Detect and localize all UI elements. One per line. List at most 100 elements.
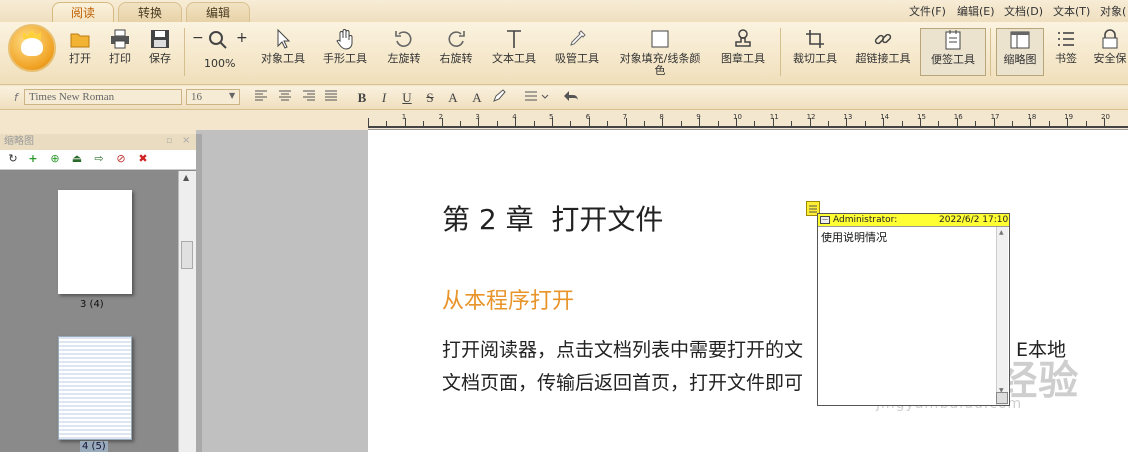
ruler-tick [864, 121, 866, 126]
justify-button[interactable] [322, 89, 340, 107]
tab-edit[interactable]: 编辑 [186, 2, 250, 22]
note-tool-button[interactable]: 便签工具 [920, 28, 986, 76]
stamp-tool-button[interactable]: 图章工具 [716, 28, 770, 65]
ruler-number: 18 [1027, 113, 1037, 121]
ruler-tick [754, 121, 756, 126]
line-spacing-select[interactable] [522, 89, 552, 107]
paragraph-line: 文档页面，传输后返回首页，打开文件即可 [442, 372, 804, 394]
tab-convert[interactable]: 转换 [118, 2, 182, 22]
rotate-right-button[interactable]: 右旋转 [434, 28, 478, 65]
note-author: Administrator: [833, 215, 898, 225]
justify-icon [325, 90, 337, 101]
text-tool-button[interactable]: 文本工具 [488, 28, 540, 65]
minimize-icon[interactable]: — [820, 216, 830, 224]
sticky-note-popup[interactable]: — Administrator: 2022/6/2 17:10 使用说明情况 ▲… [817, 213, 1010, 406]
print-button[interactable]: 打印 [102, 28, 138, 65]
scroll-up-icon[interactable]: ▲ [183, 173, 189, 182]
superscript-button[interactable]: A [444, 89, 462, 107]
ribbon-toolbar: 打开 打印 保存 − + 100% 对象工具 手形工具 左旋转 右旋转 文本工具… [0, 22, 1128, 85]
ruler-number: 10 [733, 113, 742, 121]
thumbnail-page[interactable] [58, 336, 132, 440]
open-button[interactable]: 打开 [62, 28, 98, 65]
object-tool-button[interactable]: 对象工具 [256, 28, 310, 65]
menu-object[interactable]: 对象( [1100, 3, 1126, 19]
line-spacing-icon [525, 91, 549, 101]
chevron-down-icon[interactable]: ▼ [229, 91, 235, 100]
ruler-number: 9 [696, 113, 701, 121]
rotate-page-icon[interactable]: ↻ [6, 152, 20, 166]
section-title: 从本程序打开 [442, 289, 575, 314]
crop-tool-button[interactable]: 裁切工具 [788, 28, 842, 65]
ruler-tick [901, 121, 903, 126]
menu-document[interactable]: 文档(D) [1004, 3, 1043, 19]
delete-page-icon[interactable]: ⊘ [114, 152, 128, 166]
undo-button[interactable] [562, 89, 580, 107]
scrollbar-thumb[interactable] [181, 241, 193, 269]
menu-edit[interactable]: 编辑(E) [957, 3, 995, 19]
fill-line-color-tool-button[interactable]: 对象填充/线条颜 色 [614, 28, 706, 77]
ruler-tick [828, 121, 829, 126]
font-icon: f [14, 91, 18, 104]
ruler-tick [423, 121, 425, 126]
font-family-select[interactable]: Times New Roman [24, 89, 182, 105]
close-page-icon[interactable]: ✖ [136, 152, 150, 166]
ruler-number: 13 [843, 113, 853, 121]
pin-icon[interactable]: ▫ [166, 136, 172, 146]
thumbnail-button[interactable]: 缩略图 [996, 28, 1044, 76]
menu-file[interactable]: 文件(F) [909, 3, 946, 19]
eyedropper-icon [570, 30, 586, 46]
text-t-icon [507, 30, 521, 48]
export-page-icon[interactable]: ⇨ [92, 152, 106, 166]
bookmark-button[interactable]: 书签 [1048, 28, 1084, 65]
panel-divider[interactable] [196, 134, 202, 452]
align-left-icon [255, 90, 267, 101]
thumbnail-scrollbar[interactable]: ▲ [178, 171, 196, 452]
underline-button[interactable]: U [398, 89, 416, 107]
note-timestamp: 2022/6/2 17:10 [939, 215, 1009, 225]
menu-text[interactable]: 文本(T) [1053, 3, 1090, 19]
zoom-out-button[interactable]: − [192, 30, 204, 46]
extract-page-icon[interactable]: ⏏ [70, 152, 84, 166]
zoom-level[interactable]: 100% [204, 58, 235, 70]
note-icon [945, 30, 961, 50]
hyperlink-tool-button[interactable]: 超链接工具 [852, 28, 914, 65]
ruler-number: 11 [769, 113, 779, 121]
crop-icon [806, 30, 824, 48]
scroll-up-icon[interactable]: ▲ [999, 229, 1004, 236]
lock-icon [1102, 29, 1118, 49]
italic-button[interactable]: I [375, 89, 393, 107]
rotate-right-icon [448, 31, 465, 47]
highlight-button[interactable] [490, 89, 508, 107]
save-button[interactable]: 保存 [142, 28, 178, 65]
thumbnail-label: 3 (4) [80, 299, 104, 310]
subscript-button[interactable]: A [468, 89, 486, 107]
ruler-number: 5 [549, 113, 554, 121]
note-content[interactable]: 使用说明情况 [821, 229, 887, 245]
align-right-button[interactable] [300, 89, 318, 107]
zoom-in-button[interactable]: + [236, 30, 248, 46]
strikethrough-button[interactable]: S [421, 89, 439, 107]
ruler-number: 12 [806, 113, 816, 121]
insert-page-icon[interactable]: + [26, 152, 40, 166]
note-scrollbar[interactable]: ▲ ▼ [996, 227, 1008, 405]
align-center-button[interactable] [276, 89, 294, 107]
note-header[interactable]: — Administrator: 2022/6/2 17:10 [818, 214, 1009, 227]
security-button[interactable]: 安全保 [1092, 28, 1128, 65]
resize-handle[interactable] [996, 392, 1008, 404]
thumbnail-page[interactable] [58, 190, 132, 294]
rotate-left-button[interactable]: 左旋转 [382, 28, 426, 65]
align-left-button[interactable] [252, 89, 270, 107]
bold-button[interactable]: B [353, 89, 371, 107]
close-icon[interactable]: × [182, 135, 190, 146]
document-page[interactable]: 第 2 章 打开文件 从本程序打开 打开阅读器，点击文档列表中需要打开的文 E本… [368, 130, 1128, 452]
tab-read[interactable]: 阅读 [52, 2, 114, 22]
separator [990, 28, 991, 76]
ruler-tick [368, 118, 369, 126]
chapter-title: 第 2 章 打开文件 [442, 203, 664, 236]
ruler-number: 6 [585, 113, 591, 121]
printer-icon [111, 29, 129, 49]
insert-blank-page-icon[interactable]: ⊕ [48, 152, 62, 166]
hand-tool-button[interactable]: 手形工具 [318, 28, 372, 65]
app-logo[interactable] [8, 24, 56, 72]
eyedropper-tool-button[interactable]: 吸管工具 [550, 28, 604, 65]
